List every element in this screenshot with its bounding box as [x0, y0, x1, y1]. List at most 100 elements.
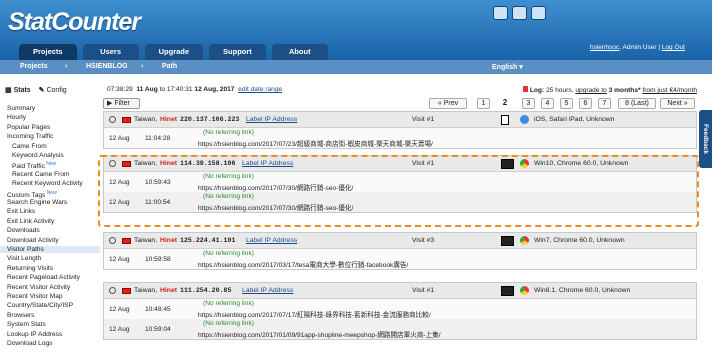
upgrade-link[interactable]: upgrade to	[575, 87, 607, 94]
visit-header: Taiwan, Hinet 220.137.106.223 Label IP Addr…	[104, 112, 696, 128]
sidebar-item[interactable]: Download Activity	[7, 237, 59, 244]
sidebar-item[interactable]: Lookup IP Address	[7, 331, 62, 338]
sidebar-item[interactable]: Hourly	[7, 114, 26, 121]
referrer-text: (No referring link)	[203, 300, 254, 307]
system-info: Win8.1, Chrome 60.0, Unknown	[534, 287, 631, 294]
sidebar-item[interactable]: Popular Pages	[7, 124, 50, 131]
crumb-project[interactable]: HSIENBLOG	[86, 63, 128, 70]
sidebar-item[interactable]: System Stats	[7, 321, 46, 328]
chrome-icon	[520, 236, 529, 245]
sidebar-item[interactable]: Recent Pageload Activity	[7, 274, 80, 281]
chevron-right-icon: ›	[65, 63, 68, 70]
sidebar-item[interactable]: Browsers	[7, 312, 34, 319]
visit-row: 12 Aug 11:04:28 (No referring link) https:/…	[104, 128, 696, 148]
chrome-icon	[520, 286, 529, 295]
page-url-link[interactable]: https://hsienblog.com/2017/07/23/超級商城-商店…	[198, 138, 433, 148]
prev-page-button[interactable]: « Prev	[429, 98, 467, 109]
sidebar-header: ▦ Stats ✎ Config	[5, 86, 67, 94]
ip-address: 125.224.41.101	[180, 237, 236, 244]
visit-header: Taiwan, Hinet 125.224.41.101 Label IP Addre…	[104, 233, 696, 249]
page-url-link[interactable]: https://hsienblog.com/2017/01/09/91app-s…	[198, 329, 441, 339]
sidebar-item[interactable]: Recent Came From	[12, 171, 70, 178]
visit-number: Visit #1	[412, 287, 435, 294]
logout-link[interactable]: Log Out	[662, 44, 685, 51]
sidebar-item[interactable]: Recent Visitor Activity	[7, 284, 70, 291]
sidebar-item[interactable]: Came From	[12, 143, 47, 150]
ip-address: 111.254.20.85	[180, 287, 232, 294]
user-name[interactable]: hsienhsoc	[590, 44, 619, 51]
sidebar-item[interactable]: Custom Tags New	[7, 190, 57, 199]
sidebar-item[interactable]: Exit Links	[7, 208, 35, 215]
sidebar-item[interactable]: Incoming Traffic	[7, 133, 53, 140]
page-button[interactable]: 8 (Last)	[618, 98, 656, 109]
monitor-icon	[501, 286, 514, 296]
page-button[interactable]: 3	[522, 98, 535, 109]
crumb-path: Path	[162, 63, 178, 70]
sidebar-item[interactable]: Recent Keyword Activity	[12, 180, 83, 187]
taiwan-flag-icon	[122, 117, 131, 123]
sidebar-item[interactable]: Keyword Analysis	[12, 152, 64, 159]
stats-link[interactable]: Stats	[14, 87, 31, 94]
visitor-isp: Hinet	[160, 237, 177, 244]
filter-button[interactable]: ▶ Filter	[103, 98, 140, 109]
config-link[interactable]: Config	[46, 87, 66, 94]
visit-date: 12 Aug	[109, 306, 130, 313]
main-tabs: Projects Users Upgrade Support About	[19, 44, 328, 60]
sidebar-item[interactable]: Search Engine Wars	[7, 199, 67, 206]
range-end-time: to 17:40:31	[159, 86, 193, 93]
feedback-tab[interactable]: Feedback	[699, 110, 712, 168]
language-select[interactable]: English ▾	[492, 63, 523, 71]
visit-row: 12 Aug 10:59:04 (No referring link) https:/…	[104, 319, 696, 339]
log-label: Log:	[529, 87, 545, 94]
header: StatCounter Projects Users Upgrade Suppo…	[0, 0, 712, 60]
sidebar-item[interactable]: Visit Length	[7, 255, 41, 262]
crumb-projects[interactable]: Projects	[20, 63, 48, 70]
sidebar-item[interactable]: Exit Link Activity	[7, 218, 54, 225]
label-ip-link[interactable]: Label IP Address	[242, 287, 293, 294]
page-button[interactable]: 7	[598, 98, 611, 109]
page-button[interactable]: 1	[477, 98, 490, 109]
page-button[interactable]: 4	[541, 98, 554, 109]
tab-upgrade[interactable]: Upgrade	[144, 44, 204, 60]
log-size: 25 hours,	[545, 87, 574, 94]
sidebar-item[interactable]: Downloads	[7, 227, 40, 234]
stats-icon[interactable]	[512, 6, 527, 20]
page-button[interactable]: 5	[560, 98, 573, 109]
tab-projects[interactable]: Projects	[19, 44, 77, 60]
referrer-text: (No referring link)	[203, 320, 254, 327]
label-ip-link[interactable]: Label IP Address	[246, 237, 297, 244]
visit-number: Visit #1	[412, 116, 435, 123]
tab-users[interactable]: Users	[82, 44, 139, 60]
page-button[interactable]: 6	[579, 98, 592, 109]
visitor-location: Taiwan,	[134, 237, 158, 244]
tab-about[interactable]: About	[271, 44, 328, 60]
settings-icon[interactable]	[531, 6, 546, 20]
projects-icon[interactable]	[493, 6, 508, 20]
sidebar-item[interactable]: Returning Visits	[7, 265, 53, 272]
sidebar-item[interactable]: Paid Traffic New	[12, 161, 56, 170]
log-months: 3 months*	[608, 87, 641, 94]
magnify-icon[interactable]	[109, 116, 116, 123]
visit-date: 12 Aug	[109, 256, 130, 263]
magnify-icon[interactable]	[109, 287, 116, 294]
system-info: iOS, Safari iPad, Unknown	[534, 116, 615, 123]
taiwan-flag-icon	[122, 238, 131, 244]
page-button: 2	[502, 98, 508, 107]
sidebar-item[interactable]: Recent Visitor Map	[7, 293, 63, 300]
log-icon	[523, 86, 528, 92]
price-link[interactable]: from just €4/month	[642, 87, 697, 94]
sidebar-item[interactable]: Country/State/City/ISP	[7, 302, 73, 309]
sidebar-item[interactable]: Visitor Paths	[0, 246, 100, 253]
next-page-button[interactable]: Next »	[660, 98, 695, 109]
sidebar-item[interactable]: Summary	[7, 105, 35, 112]
magnify-icon[interactable]	[109, 237, 116, 244]
page-url-link[interactable]: https://hsienblog.com/2017/03/17/tesa電商大…	[198, 259, 408, 269]
page-url-link[interactable]: https://hsienblog.com/2017/07/17/紅陽科技-綠界…	[198, 309, 431, 319]
statcounter-logo[interactable]: StatCounter	[8, 8, 141, 37]
edit-date-range-link[interactable]: edit date range	[238, 86, 282, 93]
range-end-date: 12 Aug, 2017	[194, 86, 235, 93]
label-ip-link[interactable]: Label IP Address	[246, 116, 297, 123]
ipad-icon	[501, 115, 509, 125]
sidebar-item[interactable]: Download Logs	[7, 340, 52, 347]
tab-support[interactable]: Support	[209, 44, 266, 60]
